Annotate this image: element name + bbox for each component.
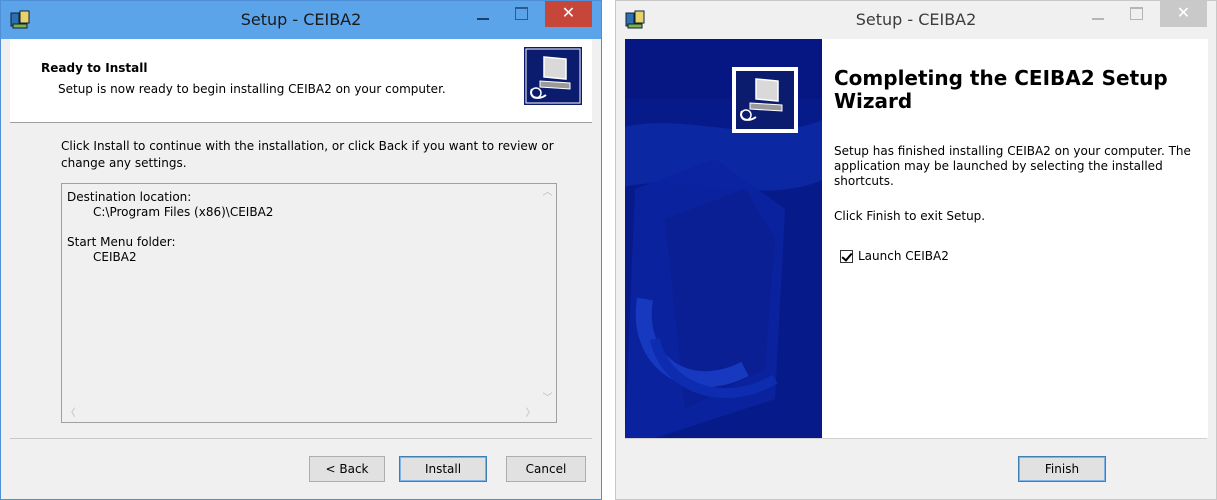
- close-icon: ✕: [1176, 3, 1191, 22]
- minimize-button[interactable]: [469, 1, 497, 27]
- close-button[interactable]: ✕: [1160, 1, 1207, 27]
- close-button[interactable]: ✕: [545, 1, 592, 27]
- back-button[interactable]: < Back: [309, 456, 385, 482]
- close-icon: ✕: [561, 3, 576, 22]
- maximize-button[interactable]: [507, 1, 535, 27]
- page-title: Completing the CEIBA2 Setup Wizard: [834, 66, 1168, 113]
- wizard-header: Ready to Install Setup is now ready to b…: [10, 39, 592, 123]
- start-menu-label: Start Menu folder:: [67, 235, 176, 249]
- minimize-button[interactable]: [1084, 1, 1112, 27]
- scroll-up-icon[interactable]: ︿: [539, 184, 556, 201]
- computer-setup-icon: [524, 47, 582, 105]
- install-button[interactable]: Install: [399, 456, 487, 482]
- page-subtitle: Setup is now ready to begin installing C…: [58, 82, 446, 96]
- blue-wizard-artwork: [625, 39, 822, 438]
- launch-checkbox-label[interactable]: Launch CEIBA2: [858, 249, 949, 263]
- vertical-scrollbar[interactable]: ︿ ﹀: [539, 184, 556, 407]
- start-menu-value: CEIBA2: [93, 250, 137, 264]
- button-bar: Finish: [625, 438, 1207, 493]
- cancel-button[interactable]: Cancel: [506, 456, 586, 482]
- setup-window-completing: Setup - CEIBA2 ✕ Completing the CEIBA2 S…: [615, 0, 1217, 500]
- scroll-left-icon[interactable]: 〈: [62, 405, 79, 422]
- page-title: Ready to Install: [41, 61, 148, 75]
- instruction-text: Click Install to continue with the insta…: [61, 139, 554, 170]
- setup-window-ready-to-install: Setup - CEIBA2 ✕ Ready to Install Setup …: [0, 0, 602, 500]
- title-bar[interactable]: Setup - CEIBA2 ✕: [616, 1, 1216, 39]
- finish-button[interactable]: Finish: [1018, 456, 1106, 482]
- finish-instruction: Click Finish to exit Setup.: [834, 209, 986, 223]
- destination-value: C:\Program Files (x86)\CEIBA2: [93, 205, 274, 219]
- destination-label: Destination location:: [67, 190, 192, 204]
- horizontal-scrollbar[interactable]: 〈 〉: [62, 405, 539, 422]
- title-bar[interactable]: Setup - CEIBA2 ✕: [1, 1, 601, 39]
- scroll-right-icon[interactable]: 〉: [522, 405, 539, 422]
- button-bar: < Back Install Cancel: [10, 438, 592, 493]
- install-summary-memo[interactable]: Destination location: C:\Program Files (…: [61, 183, 557, 423]
- completion-text: Setup has finished installing CEIBA2 on …: [834, 144, 1191, 188]
- maximize-button[interactable]: [1122, 1, 1150, 27]
- memo-content: Destination location: C:\Program Files (…: [67, 190, 273, 265]
- computer-setup-icon: [732, 67, 798, 133]
- scrollbar-corner: [539, 405, 556, 422]
- wizard-content: Completing the CEIBA2 Setup Wizard Setup…: [822, 39, 1208, 438]
- launch-checkbox[interactable]: [840, 250, 853, 263]
